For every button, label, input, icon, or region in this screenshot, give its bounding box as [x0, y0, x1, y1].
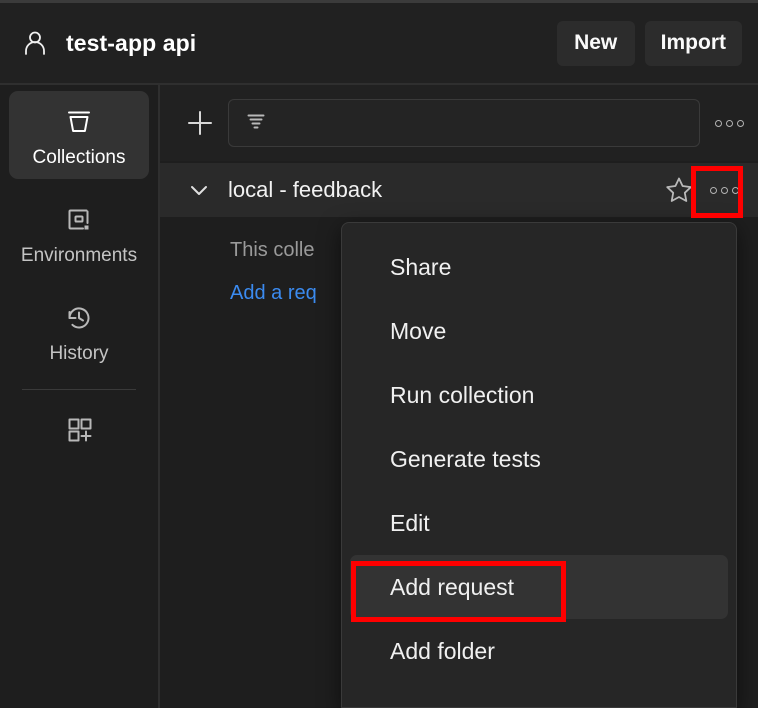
menu-item-generate-tests[interactable]: Generate tests	[350, 427, 728, 491]
environments-icon	[62, 203, 96, 237]
history-icon	[62, 301, 96, 335]
toolbar-more-options-button[interactable]	[710, 108, 748, 138]
sidebar-item-collections-label: Collections	[32, 147, 126, 168]
collections-toolbar	[160, 85, 758, 161]
import-button[interactable]: Import	[644, 20, 742, 66]
menu-item-move[interactable]: Move	[350, 299, 728, 363]
collection-row[interactable]: local - feedback	[160, 163, 758, 217]
left-sidebar: Collections Environments History	[0, 85, 158, 708]
filter-input-wrapper[interactable]	[228, 99, 700, 147]
menu-item-share[interactable]: Share	[350, 235, 728, 299]
sidebar-divider	[22, 389, 136, 390]
filter-icon	[245, 110, 267, 137]
star-outline-icon[interactable]	[662, 173, 696, 207]
new-button[interactable]: New	[556, 20, 635, 66]
collection-name: local - feedback	[228, 177, 383, 202]
sidebar-item-environments-label: Environments	[20, 245, 138, 266]
sidebar-item-history[interactable]: History	[9, 287, 149, 375]
sidebar-apps-button[interactable]	[9, 412, 149, 455]
menu-item-run-collection[interactable]: Run collection	[350, 363, 728, 427]
more-horizontal-icon	[709, 186, 739, 194]
more-horizontal-icon	[714, 119, 744, 127]
collection-context-menu: Share Move Run collection Generate tests…	[341, 222, 737, 708]
app-header: test-app api New Import	[0, 3, 758, 83]
search-input[interactable]	[277, 113, 699, 133]
plus-icon[interactable]	[186, 109, 214, 137]
collection-more-options-button[interactable]	[704, 173, 744, 207]
apps-grid-plus-icon	[62, 412, 96, 446]
user-avatar-icon[interactable]	[20, 28, 50, 58]
sidebar-item-collections[interactable]: Collections	[9, 91, 149, 179]
sidebar-item-environments[interactable]: Environments	[9, 189, 149, 277]
page-title: test-app api	[66, 29, 197, 56]
menu-item-add-request[interactable]: Add request	[350, 555, 728, 619]
chevron-down-icon[interactable]	[188, 179, 210, 201]
collections-icon	[62, 105, 96, 139]
menu-item-add-folder[interactable]: Add folder	[350, 619, 728, 683]
menu-item-edit[interactable]: Edit	[350, 491, 728, 555]
sidebar-item-history-label: History	[49, 343, 109, 364]
